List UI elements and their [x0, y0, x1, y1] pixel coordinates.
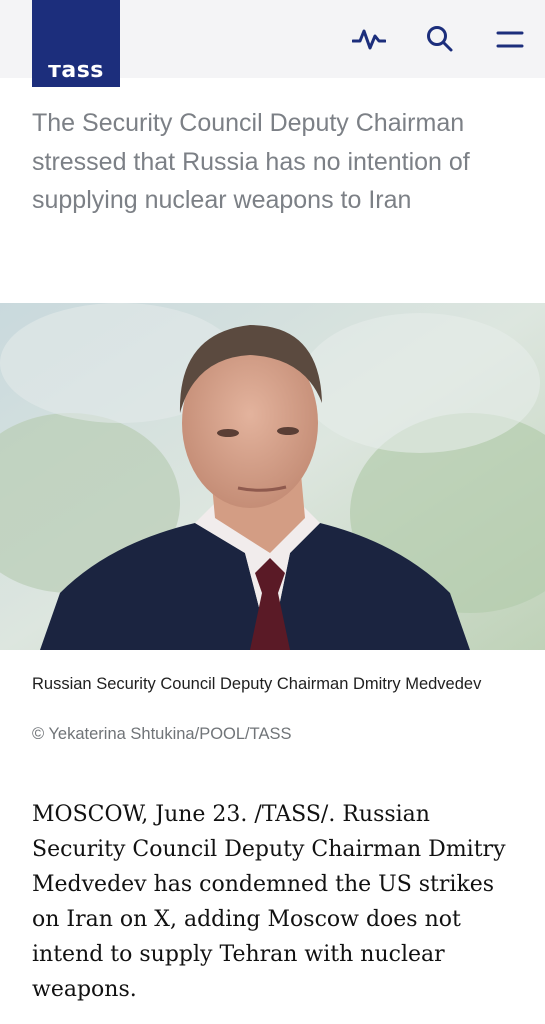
photo-credit: © Yekaterina Shtukina/POOL/TASS — [32, 725, 292, 743]
article-lead: The Security Council Deputy Chairman str… — [32, 109, 470, 214]
search-icon[interactable] — [423, 22, 457, 56]
article-photo — [0, 303, 545, 650]
logo-text: тass — [48, 58, 104, 83]
menu-icon[interactable] — [493, 22, 527, 56]
tass-logo[interactable]: тass — [32, 0, 120, 87]
article-body: MOSCOW, June 23. /TASS/. Russian Securit… — [32, 802, 506, 1002]
site-header: тass — [0, 0, 545, 87]
photo-caption: Russian Security Council Deputy Chairman… — [32, 675, 482, 693]
activity-icon[interactable] — [352, 22, 386, 56]
